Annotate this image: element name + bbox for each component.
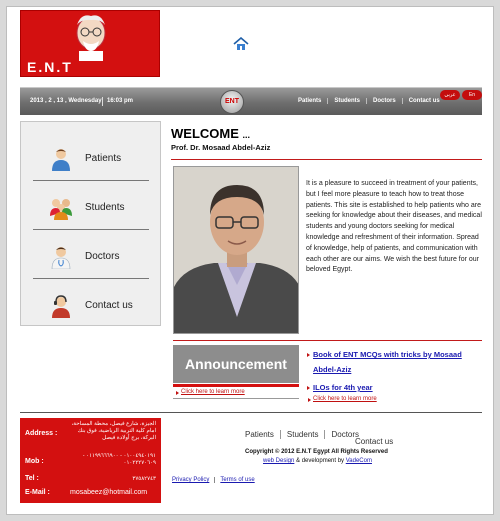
top-navbar: 2013 , 2 , 13 , Wednesday 16:03 pm ENT P… bbox=[20, 87, 482, 115]
tel-label: Tel : bbox=[25, 475, 39, 482]
arrow-right-icon bbox=[308, 398, 311, 402]
announcement-item-mcq-book[interactable]: Book of ENT MCQs with tricks by Mosaad A… bbox=[313, 347, 483, 377]
announcement-accent-bar bbox=[173, 384, 299, 387]
doctor-icon bbox=[51, 247, 71, 269]
home-icon[interactable] bbox=[233, 37, 249, 51]
footer-divider bbox=[20, 412, 482, 413]
arrow-right-icon bbox=[176, 391, 179, 395]
footer-link-contact[interactable]: Contact us bbox=[355, 437, 393, 446]
sidebar-item-doctors[interactable]: Doctors bbox=[21, 232, 160, 280]
web-design-link[interactable]: web Design bbox=[263, 458, 294, 464]
mobile-value: ٠١٠٠٤٩٤٠١٩١ - ٠١١٩٩٦٦٦٩٠٠ - ٠١٠٢٢٢٧٠٦٠٩ bbox=[82, 453, 156, 466]
sidebar-item-label: Contact us bbox=[85, 300, 133, 311]
sidebar-item-contact[interactable]: Contact us bbox=[21, 281, 160, 329]
nav-link-contact[interactable]: Contact us bbox=[403, 98, 446, 104]
contact-icon bbox=[52, 295, 70, 318]
sidebar-item-label: Students bbox=[85, 202, 125, 213]
copyright-text: Copyright © 2012 E.N.T Egypt All Rights … bbox=[245, 449, 388, 455]
sidebar-item-students[interactable]: Students bbox=[21, 183, 160, 231]
welcome-heading: WELCOME ... bbox=[171, 126, 250, 141]
address-box: Address : الجيزة، شارع فيصل، محطة المساح… bbox=[20, 418, 161, 503]
email-label: E-Mail : bbox=[25, 489, 50, 496]
welcome-paragraph: It is a pleasure to succeed in treatment… bbox=[306, 180, 482, 274]
students-icon bbox=[50, 199, 72, 220]
sidebar-item-patients[interactable]: Patients bbox=[21, 134, 160, 182]
welcome-divider bbox=[171, 159, 482, 160]
address-value: الجيزة، شارع فيصل، محطة المساحة، امام كل… bbox=[71, 421, 157, 441]
nav-links: Patients Students Doctors Contact us bbox=[292, 98, 446, 104]
doctor-portrait bbox=[174, 167, 298, 333]
welcome-title-text: WELCOME bbox=[171, 126, 239, 141]
footer-links: Patients Students Doctors bbox=[239, 430, 365, 439]
nav-ent-logo[interactable]: ENT bbox=[220, 90, 244, 114]
sidebar-item-label: Patients bbox=[85, 153, 122, 164]
page: E.N.T 2013 , 2 , 13 , Wednesday 16:03 pm… bbox=[6, 6, 494, 515]
terms-of-use-link[interactable]: Terms of use bbox=[215, 477, 259, 483]
site-logo[interactable]: E.N.T bbox=[20, 10, 160, 77]
announcement-divider bbox=[173, 340, 482, 341]
current-time: 16:03 pm bbox=[107, 98, 134, 104]
announcement-underline bbox=[173, 398, 299, 399]
learn-more-link-left[interactable]: Click here to learn more bbox=[181, 389, 245, 395]
vadecom-link[interactable]: VadeCom bbox=[346, 458, 372, 464]
patient-icon bbox=[52, 149, 70, 171]
nav-logo-text: ENT bbox=[225, 98, 239, 105]
address-label: Address : bbox=[25, 430, 58, 437]
credits-line: web Design & development by VadeCom bbox=[263, 458, 372, 464]
doctor-face-icon bbox=[76, 15, 106, 61]
welcome-subtitle: Prof. Dr. Mosaad Abdel-Aziz bbox=[171, 143, 271, 152]
sidebar-item-label: Doctors bbox=[85, 251, 120, 262]
nav-link-students[interactable]: Students bbox=[328, 98, 368, 104]
bullet-arrow-icon bbox=[307, 353, 310, 357]
nav-divider bbox=[102, 97, 103, 106]
sidebar-divider bbox=[33, 229, 149, 230]
announcement-header: Announcement bbox=[173, 345, 299, 383]
sidebar-divider bbox=[33, 180, 149, 181]
footer-link-students[interactable]: Students bbox=[281, 430, 326, 439]
nav-link-patients[interactable]: Patients bbox=[292, 98, 329, 104]
current-date: 2013 , 2 , 13 , Wednesday bbox=[30, 98, 102, 104]
tel-value: ٣٧٥٨٢٧٤٣ bbox=[132, 476, 156, 482]
privacy-policy-link[interactable]: Privacy Policy bbox=[167, 477, 216, 483]
credits-text: & development by bbox=[294, 458, 346, 464]
doctor-photo bbox=[173, 166, 299, 334]
sidebar-divider bbox=[33, 278, 149, 279]
announcement-item-ilos[interactable]: ILOs for 4th year bbox=[313, 380, 483, 395]
policy-links: Privacy Policy Terms of use bbox=[167, 477, 260, 483]
footer-link-patients[interactable]: Patients bbox=[239, 430, 281, 439]
welcome-title-suffix: ... bbox=[242, 130, 251, 140]
email-value[interactable]: mosabeez@hotmail.com bbox=[70, 489, 158, 496]
sidebar: Patients Students Doctors Contact us bbox=[20, 121, 161, 326]
bullet-arrow-icon bbox=[307, 386, 310, 390]
nav-link-doctors[interactable]: Doctors bbox=[367, 98, 403, 104]
english-language-button[interactable]: En bbox=[462, 90, 482, 100]
learn-more-link-right[interactable]: Click here to learn more bbox=[313, 396, 377, 402]
logo-text: E.N.T bbox=[27, 59, 73, 75]
mobile-label: Mob : bbox=[25, 458, 44, 465]
arabic-language-button[interactable]: عربي bbox=[440, 90, 460, 100]
